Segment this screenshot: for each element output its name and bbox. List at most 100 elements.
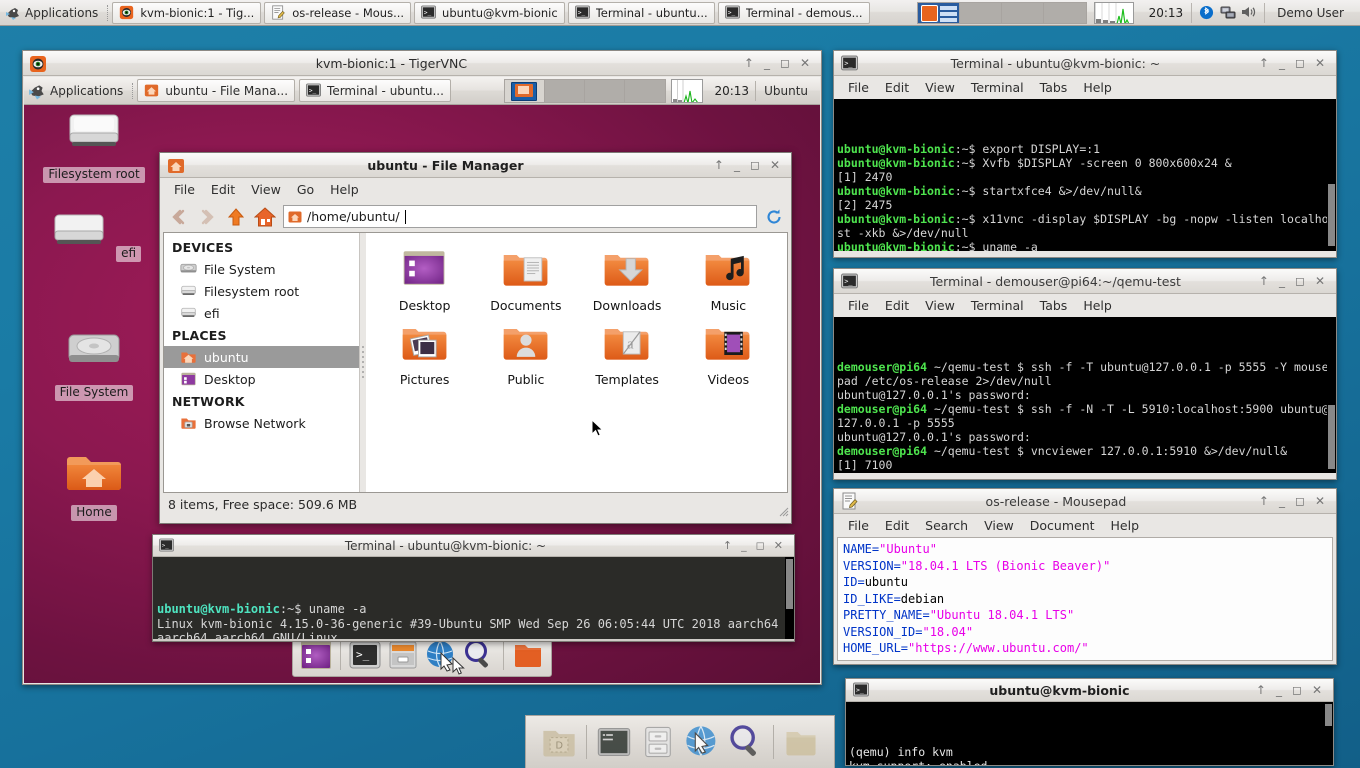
reload-icon[interactable] <box>764 207 784 227</box>
minimize-button[interactable]: _ <box>734 159 740 171</box>
terminal-ubuntu-menu-file[interactable]: File <box>840 78 877 97</box>
file-manager-window[interactable]: ubuntu - File Manager ↑ _ ◻ ✕ File Edit Vi… <box>159 152 792 524</box>
minimize-button[interactable]: _ <box>1279 275 1285 287</box>
file-item-downloads[interactable]: Downloads <box>577 245 678 313</box>
mousepad-menu-help[interactable]: Help <box>1103 516 1148 535</box>
sidebar-item-browse-network[interactable]: Browse Network <box>164 412 359 434</box>
file-item-desktop[interactable]: Desktop <box>374 245 475 313</box>
shade-button[interactable]: ↑ <box>723 540 732 551</box>
shade-button[interactable]: ↑ <box>1259 275 1269 287</box>
vnc-task-button-0[interactable]: ubuntu - File Mana... <box>137 79 296 102</box>
desktop-icon-home[interactable]: Home <box>42 445 146 521</box>
terminal-ubuntu-menu-help[interactable]: Help <box>1075 78 1120 97</box>
file-manager-menu-view[interactable]: View <box>243 180 289 199</box>
file-item-pictures[interactable]: Pictures <box>374 319 475 387</box>
close-button[interactable]: ✕ <box>770 159 780 171</box>
terminal-ubuntu-menu-terminal[interactable]: Terminal <box>963 78 1032 97</box>
vnc-workspace-4[interactable] <box>625 79 666 102</box>
workspace-switcher[interactable] <box>916 1 1087 24</box>
host-task-button-2[interactable]: >_ ubuntu@kvm-bionic <box>414 1 565 24</box>
terminal-scrollbar[interactable] <box>785 557 794 639</box>
terminal-ubuntu-menu-tabs[interactable]: Tabs <box>1032 78 1076 97</box>
terminal-ubuntu-window[interactable]: >_ Terminal - ubuntu@kvm-bionic: ~ ↑ _ ◻… <box>833 50 1337 258</box>
forward-icon[interactable] <box>196 206 218 228</box>
vnc-workspace-3[interactable] <box>585 79 626 102</box>
terminal-demouser-menu-view[interactable]: View <box>917 296 963 315</box>
terminal-ubuntu-titlebar[interactable]: >_ Terminal - ubuntu@kvm-bionic: ~ ↑ _ ◻… <box>834 51 1336 76</box>
mousepad-menu-search[interactable]: Search <box>917 516 976 535</box>
terminal-icon[interactable] <box>595 723 633 761</box>
sidebar-item-filesystem-root[interactable]: Filesystem root <box>164 280 359 302</box>
maximize-button[interactable]: ◻ <box>750 159 760 171</box>
maximize-button[interactable]: ◻ <box>756 540 765 551</box>
host-task-button-0[interactable]: kvm-bionic:1 - Tig... <box>112 1 262 24</box>
terminal-demouser-titlebar[interactable]: >_ Terminal - demouser@pi64:~/qemu-test … <box>834 269 1336 294</box>
mousepad-menu-document[interactable]: Document <box>1022 516 1103 535</box>
workspace-1[interactable] <box>917 2 960 23</box>
vnc-terminal-window[interactable]: >_ Terminal - ubuntu@kvm-bionic: ~ ↑ _ ◻… <box>152 534 795 642</box>
desktop-icon-filesystem-root[interactable]: Filesystem root <box>42 107 146 183</box>
shade-button[interactable]: ↑ <box>744 57 754 69</box>
vnc-terminal-titlebar[interactable]: >_ Terminal - ubuntu@kvm-bionic: ~ ↑ _ ◻… <box>153 535 794 557</box>
up-icon[interactable] <box>225 206 247 228</box>
close-button[interactable]: ✕ <box>1312 684 1322 696</box>
search-icon[interactable] <box>462 638 496 672</box>
resize-grip[interactable] <box>777 502 789 521</box>
desktop-icon-file-system[interactable]: File System <box>42 325 146 401</box>
qemu-monitor-titlebar[interactable]: >_ ubuntu@kvm-bionic ↑ _ ◻ ✕ <box>846 679 1333 702</box>
volume-icon[interactable] <box>1241 5 1257 21</box>
host-task-button-3[interactable]: >_ Terminal - ubuntu... <box>567 1 715 24</box>
maximize-button[interactable]: ◻ <box>1295 275 1305 287</box>
vnc-terminal-output[interactable]: ubuntu@kvm-bionic:~$ uname -a Linux kvm-b… <box>153 557 794 639</box>
shade-button[interactable]: ↑ <box>1259 495 1269 507</box>
mousepad-window[interactable]: os-release - Mousepad ↑ _ ◻ ✕ File Edit Se… <box>833 488 1337 665</box>
vnc-remote-desktop[interactable]: Applications ubuntu - File Mana... >_ Term… <box>24 77 820 683</box>
workspace-2[interactable] <box>959 2 1002 23</box>
terminal-scrollbar[interactable] <box>1327 317 1336 473</box>
file-manager-menu-help[interactable]: Help <box>322 180 367 199</box>
minimize-button[interactable]: _ <box>1279 495 1285 507</box>
workspace-4[interactable] <box>1043 2 1086 23</box>
home-icon[interactable] <box>254 206 276 228</box>
vnc-workspace-2[interactable] <box>545 79 586 102</box>
file-manager-icon[interactable] <box>639 723 677 761</box>
shade-button[interactable]: ↑ <box>714 159 724 171</box>
terminal-demouser-menu-edit[interactable]: Edit <box>877 296 917 315</box>
file-manager-menu-edit[interactable]: Edit <box>203 180 243 199</box>
qemu-monitor-output[interactable]: (qemu) info kvmkvm support: enabled(qemu… <box>846 702 1333 765</box>
minimize-button[interactable]: _ <box>741 540 747 551</box>
terminal-demouser-output[interactable]: demouser@pi64 ~/qemu-test $ ssh -f -T ub… <box>834 317 1336 473</box>
vnc-task-button-1[interactable]: >_ Terminal - ubuntu... <box>299 79 451 102</box>
close-button[interactable]: ✕ <box>774 540 783 551</box>
terminal-demouser-menu-tabs[interactable]: Tabs <box>1032 296 1076 315</box>
vnc-workspace-switcher[interactable] <box>504 78 667 103</box>
app-finder-icon[interactable]: D <box>540 723 578 761</box>
folder-icon[interactable] <box>511 638 545 672</box>
bluetooth-icon[interactable] <box>1199 5 1215 21</box>
maximize-button[interactable]: ◻ <box>1292 684 1302 696</box>
file-manager-menu-file[interactable]: File <box>166 180 203 199</box>
mousepad-text-area[interactable]: NAME="Ubuntu" VERSION="18.04.1 LTS (Bioni… <box>837 537 1333 661</box>
close-button[interactable]: ✕ <box>1315 57 1325 69</box>
file-item-music[interactable]: Music <box>678 245 779 313</box>
vnc-workspace-1[interactable] <box>505 79 546 102</box>
maximize-button[interactable]: ◻ <box>1295 57 1305 69</box>
close-button[interactable]: ✕ <box>1315 275 1325 287</box>
file-item-templates[interactable]: a Templates <box>577 319 678 387</box>
terminal-demouser-menu-file[interactable]: File <box>840 296 877 315</box>
applications-menu-button[interactable]: Applications <box>0 0 104 25</box>
file-manager-menu-go[interactable]: Go <box>289 180 322 199</box>
terminal-demouser-menu-help[interactable]: Help <box>1075 296 1120 315</box>
terminal-demouser-window[interactable]: >_ Terminal - demouser@pi64:~/qemu-test … <box>833 268 1337 480</box>
minimize-button[interactable]: _ <box>1276 684 1282 696</box>
folder-icon[interactable] <box>782 723 820 761</box>
app-finder-icon[interactable] <box>299 638 333 672</box>
mousepad-titlebar[interactable]: os-release - Mousepad ↑ _ ◻ ✕ <box>834 489 1336 514</box>
shade-button[interactable]: ↑ <box>1256 684 1266 696</box>
sidebar-item-file-system[interactable]: File System <box>164 258 359 280</box>
tigervnc-titlebar[interactable]: kvm-bionic:1 - TigerVNC ↑ _ ◻ ✕ <box>23 51 821 76</box>
file-item-public[interactable]: Public <box>475 319 576 387</box>
shade-button[interactable]: ↑ <box>1259 57 1269 69</box>
mousepad-menu-edit[interactable]: Edit <box>877 516 917 535</box>
web-browser-icon[interactable] <box>683 723 721 761</box>
